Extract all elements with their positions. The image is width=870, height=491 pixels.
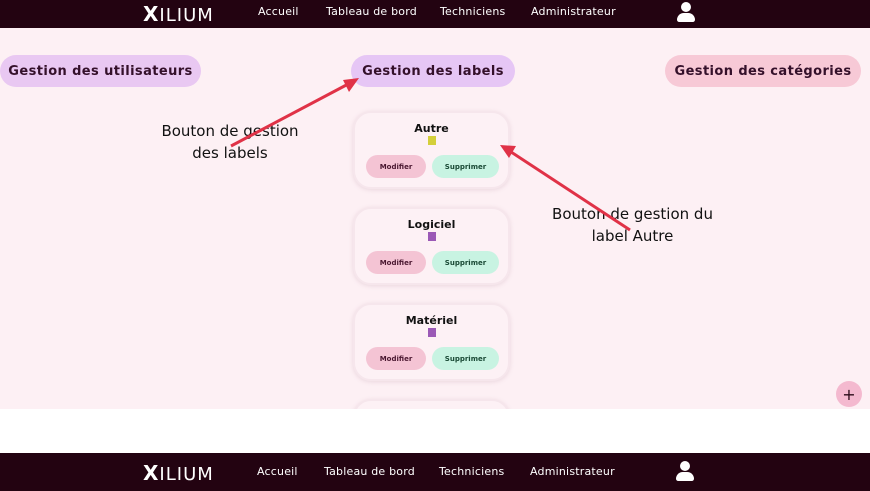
- delete-button[interactable]: Supprimer: [432, 155, 499, 178]
- label-name: Matériel: [405, 314, 458, 327]
- annotation-labels-button: Bouton de gestion des labels: [150, 120, 310, 164]
- label-card-partial: [353, 399, 510, 409]
- label-color-swatch: [428, 232, 436, 241]
- annotation-line: Bouton de gestion: [161, 122, 299, 140]
- annotation-autre-button: Bouton de gestion du label Autre: [540, 203, 725, 247]
- logo-text: ILIUM: [159, 464, 214, 485]
- delete-button[interactable]: Supprimer: [432, 347, 499, 370]
- delete-button[interactable]: Supprimer: [432, 251, 499, 274]
- nav-link-techniciens[interactable]: Techniciens: [440, 5, 505, 18]
- nav-link-tableau-de-bord[interactable]: Tableau de bord: [324, 465, 415, 478]
- main-content: Gestion des utilisateurs Gestion des lab…: [0, 28, 870, 409]
- nav-link-accueil[interactable]: Accueil: [258, 5, 299, 18]
- logo-mark: X: [143, 461, 160, 485]
- label-card: Matériel Modifier Supprimer: [353, 303, 510, 381]
- nav-link-administrateur[interactable]: Administrateur: [531, 5, 616, 18]
- user-icon[interactable]: [675, 461, 695, 483]
- app-logo[interactable]: XILIUM: [143, 461, 214, 485]
- label-color-swatch: [428, 136, 436, 145]
- bottom-navbar: XILIUM Accueil Tableau de bord Technicie…: [0, 453, 870, 491]
- annotation-line: des labels: [192, 144, 268, 162]
- logo-mark: X: [143, 2, 160, 26]
- manage-labels-button[interactable]: Gestion des labels: [351, 55, 515, 87]
- top-navbar: XILIUM Accueil Tableau de bord Technicie…: [0, 0, 870, 28]
- manage-users-button[interactable]: Gestion des utilisateurs: [0, 55, 201, 87]
- logo-text: ILIUM: [159, 5, 214, 26]
- add-label-button[interactable]: +: [836, 381, 862, 407]
- label-name: Autre: [414, 122, 449, 135]
- annotation-line: Bouton de gestion du: [552, 205, 713, 223]
- app-logo[interactable]: XILIUM: [143, 2, 214, 26]
- label-card: Autre Modifier Supprimer: [353, 111, 510, 189]
- manage-categories-button[interactable]: Gestion des catégories: [665, 55, 861, 87]
- modify-button[interactable]: Modifier: [366, 347, 426, 370]
- label-card: Logiciel Modifier Supprimer: [353, 207, 510, 285]
- nav-link-administrateur[interactable]: Administrateur: [530, 465, 615, 478]
- user-icon[interactable]: [676, 2, 696, 24]
- nav-link-techniciens[interactable]: Techniciens: [439, 465, 504, 478]
- label-name: Logiciel: [407, 218, 456, 231]
- modify-button[interactable]: Modifier: [366, 251, 426, 274]
- annotation-line: label Autre: [591, 227, 674, 245]
- nav-link-tableau-de-bord[interactable]: Tableau de bord: [326, 5, 417, 18]
- nav-link-accueil[interactable]: Accueil: [257, 465, 298, 478]
- modify-button[interactable]: Modifier: [366, 155, 426, 178]
- label-color-swatch: [428, 328, 436, 337]
